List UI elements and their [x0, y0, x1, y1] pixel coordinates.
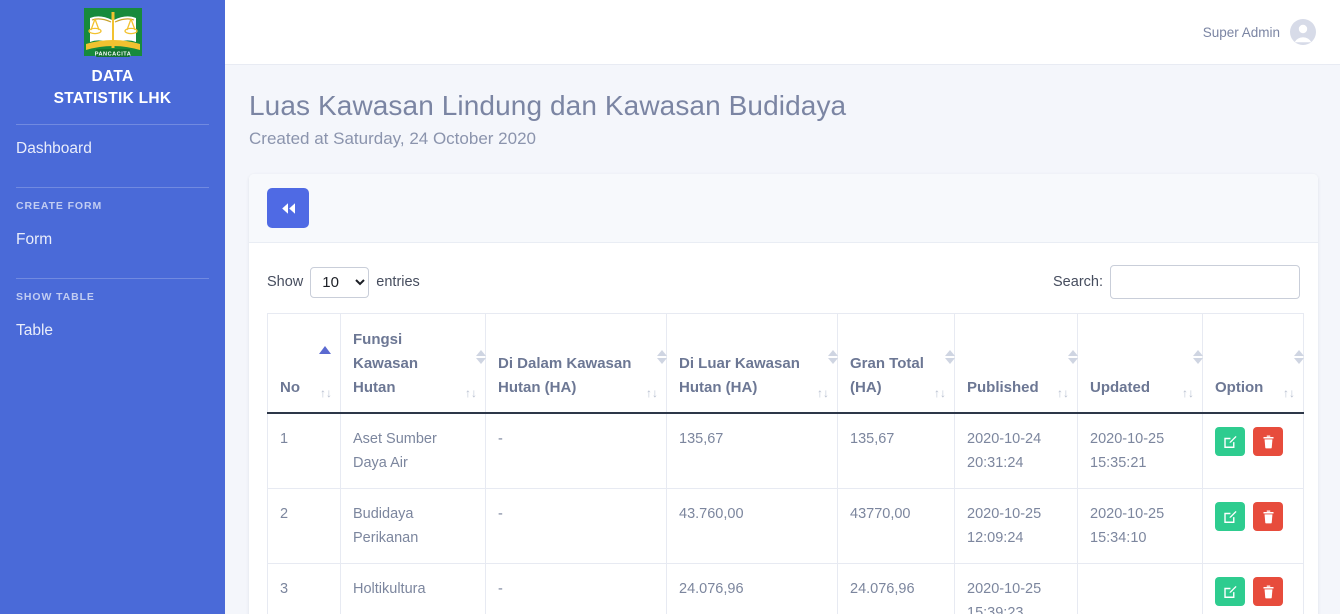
sidebar-item-table[interactable]: Table	[0, 307, 225, 355]
table-row: 2 Budidaya Perikanan - 43.760,00 43770,0…	[267, 488, 1304, 564]
svg-text:PANCACITA: PANCACITA	[94, 51, 131, 57]
search-input[interactable]	[1110, 265, 1300, 299]
delete-button[interactable]	[1253, 427, 1284, 456]
cell-gran-total: 135,67	[837, 412, 955, 489]
edit-pencil-square-icon	[1224, 585, 1237, 598]
cell-di-dalam: -	[485, 412, 667, 489]
column-label: Option	[1215, 379, 1264, 396]
trash-icon	[1262, 510, 1274, 523]
back-button[interactable]	[267, 188, 309, 228]
cell-fungsi: Holtikultura	[340, 563, 486, 614]
cell-di-dalam: -	[485, 488, 667, 564]
column-header-option[interactable]: Option ↑↓	[1202, 313, 1304, 414]
edit-button[interactable]	[1215, 577, 1245, 606]
sidebar-item-dashboard[interactable]: Dashboard	[0, 125, 225, 173]
cell-di-luar: 135,67	[666, 412, 838, 489]
edit-button[interactable]	[1215, 427, 1245, 456]
trash-icon	[1262, 435, 1274, 448]
content: Luas Kawasan Lindung dan Kawasan Budiday…	[225, 65, 1340, 614]
page-subtitle: Created at Saturday, 24 October 2020	[249, 129, 536, 148]
brand: PANCACITA DATA STATISTIK LHK	[0, 0, 225, 110]
cell-published: 2020-10-24 20:31:24	[954, 412, 1078, 489]
cell-published: 2020-10-25 15:39:23	[954, 563, 1078, 614]
brand-line-2: STATISTIK LHK	[53, 90, 172, 107]
cell-option	[1202, 488, 1304, 564]
cell-updated	[1077, 563, 1203, 614]
sort-ascending-icon	[319, 346, 331, 354]
page-title: Luas Kawasan Lindung dan Kawasan Budiday…	[249, 90, 847, 121]
user-name-label: Super Admin	[1202, 24, 1280, 40]
edit-button[interactable]	[1215, 502, 1245, 531]
double-left-arrow-icon	[281, 202, 295, 214]
user-circle-icon[interactable]	[1290, 19, 1316, 45]
cell-updated: 2020-10-25 15:34:10	[1077, 488, 1203, 564]
pancacita-emblem-icon: PANCACITA	[83, 8, 142, 57]
sort-toggle-icon: ↑↓	[1057, 386, 1069, 400]
column-label: Di Dalam Kawasan Hutan (HA)	[498, 355, 632, 396]
app-root: PANCACITA DATA STATISTIK LHK Dashboard C…	[0, 0, 1340, 614]
column-header-di-luar-kawasan-hutan[interactable]: Di Luar Kawasan Hutan (HA) ↑↓	[666, 313, 838, 414]
cell-di-luar: 43.760,00	[666, 488, 838, 564]
cell-fungsi: Aset Sumber Daya Air	[340, 412, 486, 489]
sort-toggle-icon: ↑↓	[934, 386, 946, 400]
table-body: 1 Aset Sumber Daya Air - 135,67 135,67 2…	[267, 412, 1304, 614]
cell-option	[1202, 412, 1304, 489]
cell-di-luar: 24.076,96	[666, 563, 838, 614]
sort-toggle-icon: ↑↓	[1283, 386, 1295, 400]
page-length-control: Show 10 25 50 100 entries	[267, 266, 420, 298]
edit-pencil-square-icon	[1224, 435, 1237, 448]
cell-updated: 2020-10-25 15:35:21	[1077, 412, 1203, 489]
search-label: Search:	[1053, 274, 1103, 290]
sidebar-group-create-form: CREATE FORM	[16, 200, 103, 212]
sidebar-group-show-table: SHOW TABLE	[16, 291, 95, 303]
sidebar-item-form[interactable]: Form	[0, 216, 225, 264]
sort-toggle-icon: ↑↓	[465, 386, 477, 400]
card-header	[249, 174, 1318, 243]
cell-no: 3	[267, 563, 341, 614]
cell-no: 2	[267, 488, 341, 564]
table-head: No ↑↓ Fungsi Kawasan Hutan ↑↓ Di Dalam K…	[267, 313, 1304, 414]
show-label: Show	[267, 274, 304, 290]
table-row: 3 Holtikultura - 24.076,96 24.076,96 202…	[267, 563, 1304, 614]
cell-fungsi: Budidaya Perikanan	[340, 488, 486, 564]
search-control: Search:	[1053, 265, 1300, 299]
page-length-select[interactable]: 10 25 50 100	[310, 266, 370, 298]
column-header-no[interactable]: No ↑↓	[267, 313, 341, 414]
brand-line-1: DATA	[91, 68, 134, 85]
data-table: No ↑↓ Fungsi Kawasan Hutan ↑↓ Di Dalam K…	[267, 313, 1304, 614]
card-body: Show 10 25 50 100 entries Search:	[249, 243, 1318, 614]
column-label: Fungsi Kawasan Hutan	[353, 331, 419, 396]
cell-published: 2020-10-25 12:09:24	[954, 488, 1078, 564]
column-label: Published	[967, 379, 1039, 396]
cell-no: 1	[267, 412, 341, 489]
column-label: Updated	[1090, 379, 1150, 396]
column-label: Di Luar Kawasan Hutan (HA)	[679, 355, 800, 396]
edit-pencil-square-icon	[1224, 510, 1237, 523]
column-header-fungsi-kawasan-hutan[interactable]: Fungsi Kawasan Hutan ↑↓	[340, 313, 486, 414]
delete-button[interactable]	[1253, 577, 1284, 606]
table-controls: Show 10 25 50 100 entries Search:	[267, 259, 1300, 313]
cell-gran-total: 43770,00	[837, 488, 955, 564]
cell-gran-total: 24.076,96	[837, 563, 955, 614]
column-header-gran-total[interactable]: Gran Total (HA) ↑↓	[837, 313, 955, 414]
table-header-row: No ↑↓ Fungsi Kawasan Hutan ↑↓ Di Dalam K…	[267, 313, 1304, 414]
column-header-updated[interactable]: Updated ↑↓	[1077, 313, 1203, 414]
column-label: Gran Total (HA)	[850, 355, 924, 396]
delete-button[interactable]	[1253, 502, 1284, 531]
sort-toggle-icon: ↑↓	[1182, 386, 1194, 400]
column-header-di-dalam-kawasan-hutan[interactable]: Di Dalam Kawasan Hutan (HA) ↑↓	[485, 313, 667, 414]
cell-option	[1202, 563, 1304, 614]
sort-toggle-icon: ↑↓	[320, 386, 332, 400]
table-card: Show 10 25 50 100 entries Search:	[249, 174, 1318, 614]
table-row: 1 Aset Sumber Daya Air - 135,67 135,67 2…	[267, 412, 1304, 489]
entries-label: entries	[376, 274, 420, 290]
sidebar: PANCACITA DATA STATISTIK LHK Dashboard C…	[0, 0, 225, 614]
cell-di-dalam: -	[485, 563, 667, 614]
trash-icon	[1262, 585, 1274, 598]
sort-toggle-icon: ↑↓	[817, 386, 829, 400]
sort-toggle-icon: ↑↓	[646, 386, 658, 400]
column-header-published[interactable]: Published ↑↓	[954, 313, 1078, 414]
topbar: Super Admin	[225, 0, 1340, 65]
main-area: Super Admin Luas Kawasan Lindung dan Kaw…	[225, 0, 1340, 614]
